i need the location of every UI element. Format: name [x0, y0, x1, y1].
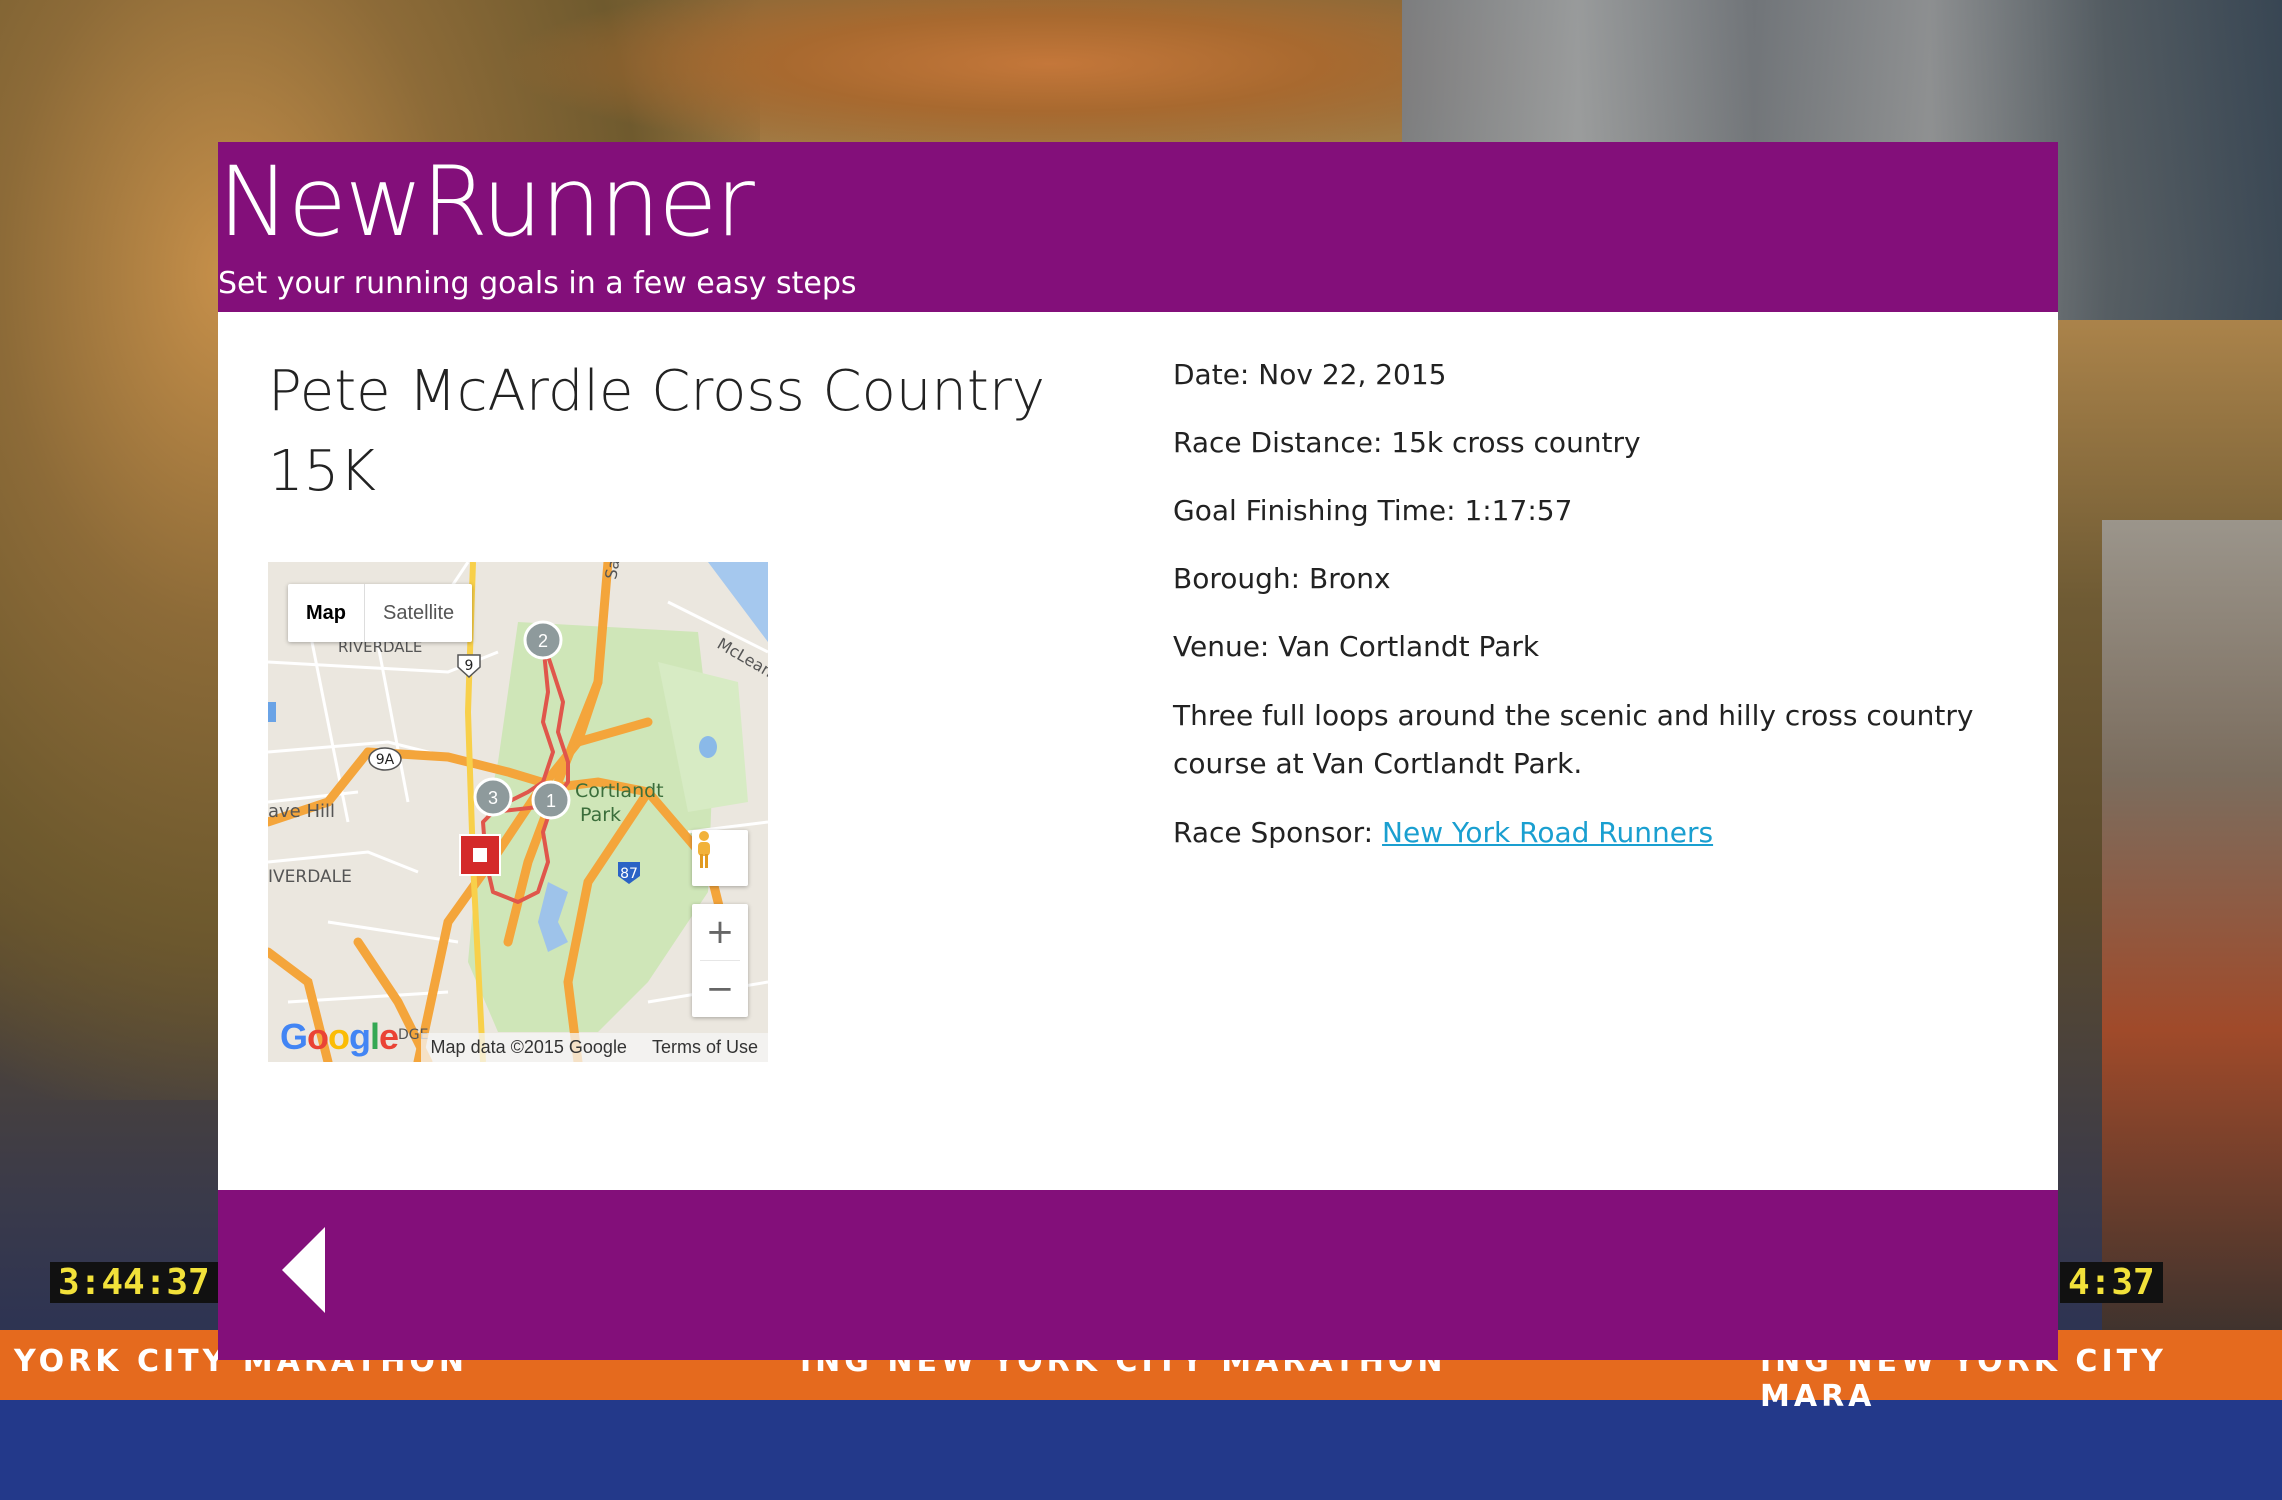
left-arrow-icon: [282, 1227, 325, 1313]
race-summary: Pete McArdle Cross Country 15K: [268, 352, 1048, 512]
svg-text:87: 87: [620, 866, 638, 882]
date-label: Date:: [1173, 358, 1250, 391]
svg-text:9A: 9A: [376, 752, 395, 768]
venue-value: Van Cortlandt Park: [1278, 630, 1540, 663]
borough-value: Bronx: [1308, 562, 1391, 595]
svg-text:9: 9: [465, 658, 474, 674]
race-details: Date: Nov 22, 2015 Race Distance: 15k cr…: [1173, 352, 1993, 878]
map-attribution: Map data ©2015 Google Terms of Use: [420, 1033, 768, 1062]
zoom-control: + −: [692, 904, 748, 1017]
race-detail-panel: Pete McArdle Cross Country 15K 2 3 1 9 9…: [218, 312, 2058, 1190]
map-data-credit: Map data ©2015 Google: [430, 1037, 627, 1057]
svg-text:Cortlandt: Cortlandt: [575, 780, 664, 802]
race-map[interactable]: 2 3 1 9 9A 87 RIVERDALE IVERDALE ave Hil…: [268, 562, 768, 1062]
race-clock-left: 3:44:37: [50, 1262, 218, 1303]
date-value: Nov 22, 2015: [1258, 358, 1447, 391]
distance-value: 15k cross country: [1391, 426, 1641, 459]
map-footer: Google Map data ©2015 Google Terms of Us…: [268, 1016, 768, 1062]
race-borough: Borough: Bronx: [1173, 556, 1993, 602]
svg-text:ave Hill: ave Hill: [268, 801, 335, 822]
zoom-out-button[interactable]: −: [692, 961, 748, 1017]
race-distance: Race Distance: 15k cross country: [1173, 420, 1993, 466]
zoom-in-button[interactable]: +: [692, 904, 748, 960]
goal-finishing-time: Goal Finishing Time: 1:17:57: [1173, 488, 1993, 534]
app-container: NewRunner Set your running goals in a fe…: [218, 142, 2058, 1360]
back-button[interactable]: [280, 1225, 330, 1315]
race-venue: Venue: Van Cortlandt Park: [1173, 624, 1993, 670]
footer-nav: [218, 1190, 2058, 1360]
race-sponsor: Race Sponsor: New York Road Runners: [1173, 810, 1993, 856]
distance-label: Race Distance:: [1173, 426, 1383, 459]
svg-text:Park: Park: [580, 804, 621, 826]
sponsor-banner: [0, 1400, 2282, 1500]
goal-value: 1:17:57: [1464, 494, 1573, 527]
spectator-crowd: [2102, 520, 2282, 1370]
sponsor-link[interactable]: New York Road Runners: [1382, 816, 1713, 849]
brand-title: NewRunner: [218, 146, 755, 258]
svg-text:3: 3: [488, 788, 498, 808]
svg-text:IVERDALE: IVERDALE: [268, 867, 352, 887]
map-type-control: Map Satellite: [288, 584, 473, 642]
race-date: Date: Nov 22, 2015: [1173, 352, 1993, 398]
google-logo[interactable]: Google: [280, 1016, 399, 1058]
terms-of-use-link[interactable]: Terms of Use: [652, 1037, 758, 1057]
goal-label: Goal Finishing Time:: [1173, 494, 1456, 527]
pegman-icon[interactable]: [692, 830, 748, 886]
svg-text:1: 1: [546, 791, 556, 811]
map-type-satellite[interactable]: Satellite: [365, 584, 472, 642]
sponsor-label: Race Sponsor:: [1173, 816, 1374, 849]
race-description: Three full loops around the scenic and h…: [1173, 699, 1974, 780]
tagline: Set your running goals in a few easy ste…: [218, 266, 857, 301]
race-clock-right: 4:37: [2060, 1262, 2163, 1303]
borough-label: Borough:: [1173, 562, 1301, 595]
race-title: Pete McArdle Cross Country 15K: [268, 359, 1046, 504]
map-type-map[interactable]: Map: [288, 584, 365, 642]
header: NewRunner Set your running goals in a fe…: [218, 142, 2058, 312]
svg-text:2: 2: [538, 631, 548, 651]
venue-label: Venue:: [1173, 630, 1270, 663]
